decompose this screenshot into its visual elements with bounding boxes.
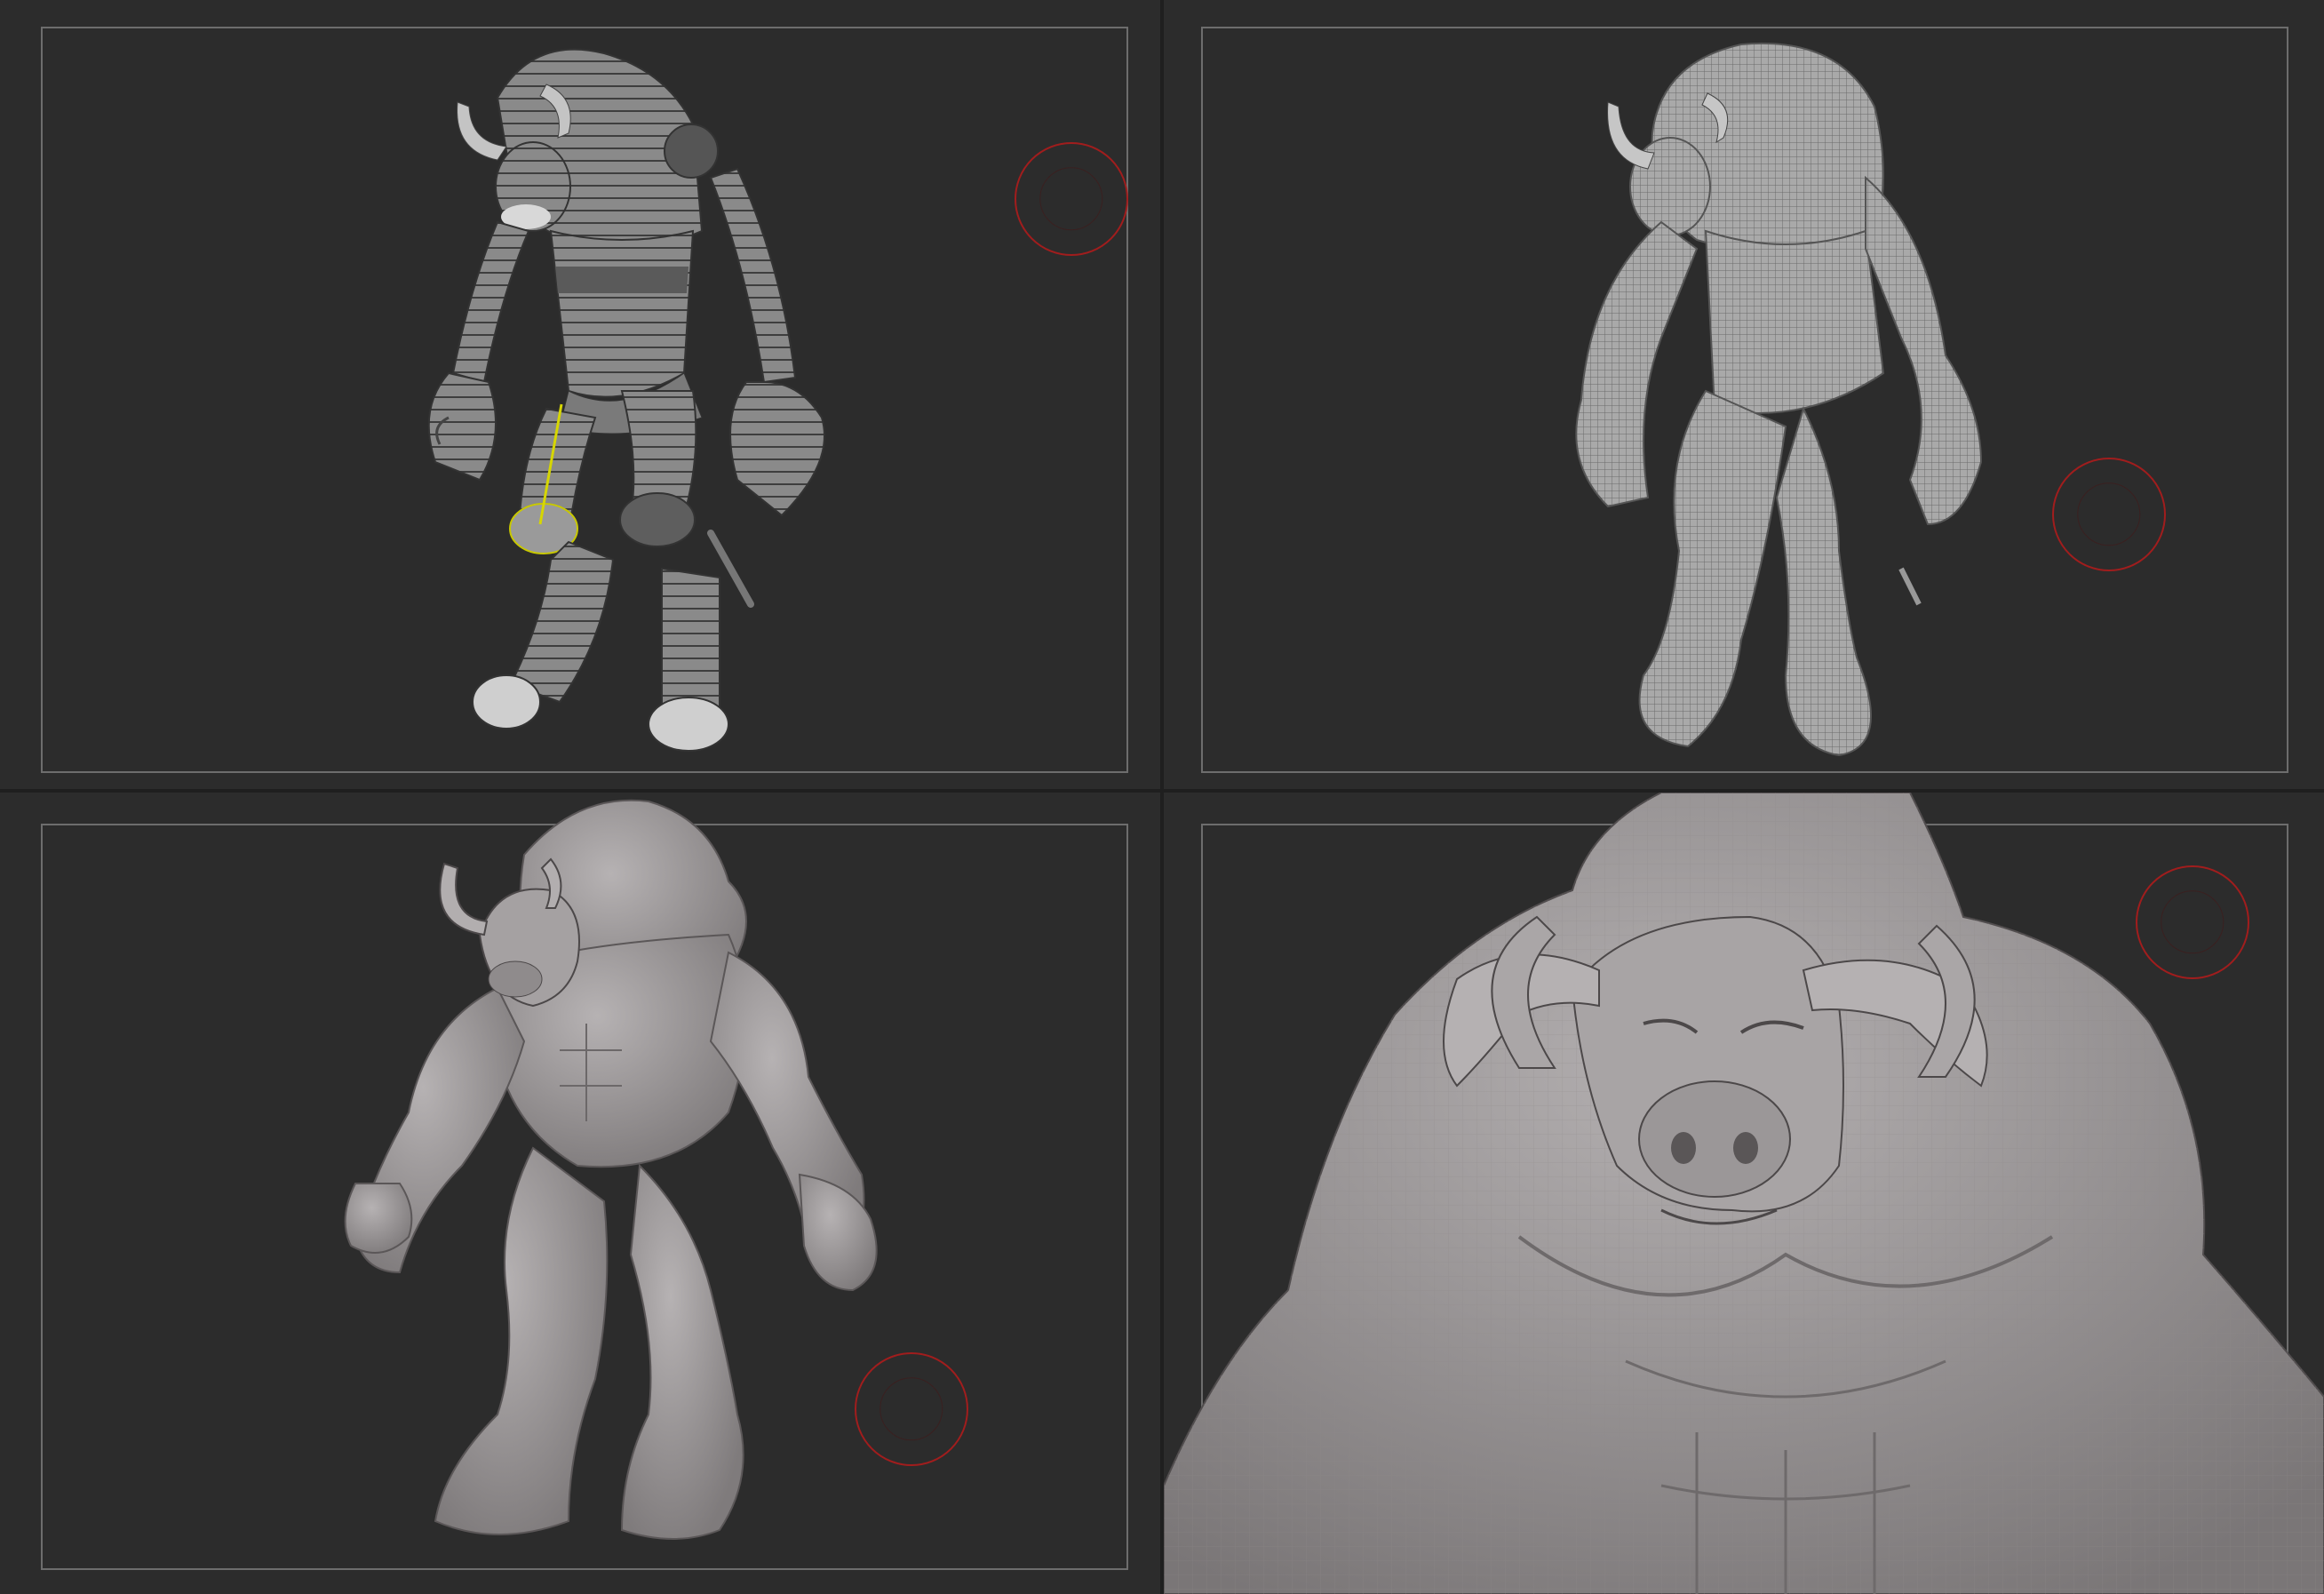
brush-cursor-icon — [2136, 865, 2249, 979]
blockout-model[interactable] — [0, 0, 1160, 789]
viewport-top-left[interactable] — [0, 0, 1160, 789]
dynamesh-model[interactable] — [1164, 0, 2324, 789]
viewport-divider-horizontal[interactable] — [0, 789, 2324, 793]
viewport-bottom-left[interactable] — [0, 793, 1160, 1594]
brush-cursor-icon — [2052, 458, 2166, 571]
viewport-bottom-right[interactable] — [1164, 793, 2324, 1594]
brush-cursor-icon — [1015, 142, 1128, 256]
sculpted-model[interactable] — [0, 793, 1160, 1594]
viewport-divider-vertical[interactable] — [1160, 0, 1164, 1594]
viewport-top-right[interactable] — [1164, 0, 2324, 789]
brush-cursor-icon — [855, 1352, 968, 1466]
